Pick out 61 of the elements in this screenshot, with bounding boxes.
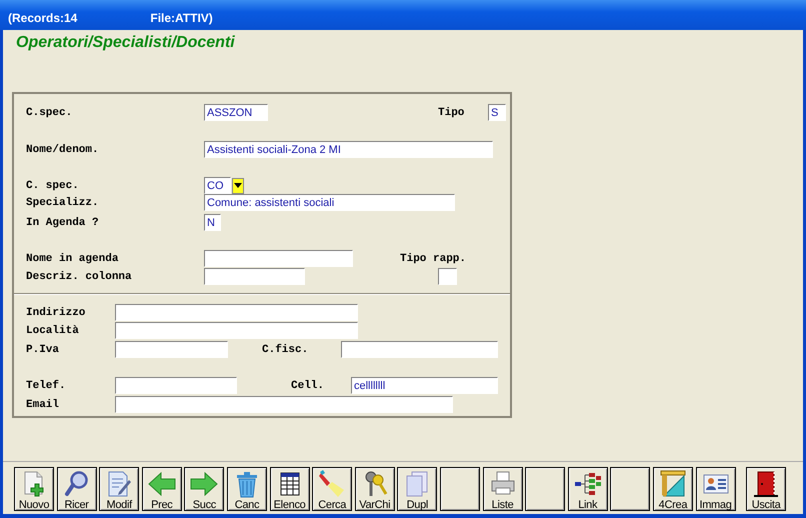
toolbar-button[interactable]: Ricer [56, 467, 97, 511]
field-label: Tipo [438, 106, 466, 118]
input-field[interactable] [438, 268, 457, 285]
field-label: Nome/denom. [26, 144, 100, 156]
toolbar-button[interactable]: Link [568, 467, 608, 511]
input-field[interactable]: Assistenti sociali-Zona 2 MI [204, 141, 493, 158]
input-field[interactable] [204, 268, 305, 285]
toolbar-button[interactable]: Canc [226, 467, 267, 511]
field-label: Nome in agenda [26, 252, 120, 264]
dropdown-button[interactable] [232, 178, 244, 194]
field-label: Indirizzo [26, 306, 86, 318]
field-label: C. spec. [26, 180, 80, 192]
toolbar-button[interactable]: Nuovo [14, 467, 54, 511]
field-label: Tipo rapp. [400, 252, 468, 264]
toolbar-button[interactable]: Elenco [270, 467, 310, 511]
field-label: Località [26, 324, 80, 336]
input-field[interactable] [115, 377, 237, 394]
toolbar-button[interactable]: Uscita [746, 467, 786, 511]
field-label: Descriz. colonna [26, 270, 133, 282]
toolbar-button[interactable]: VarChi [354, 467, 395, 511]
window-title: File:ATTIV) [150, 11, 213, 25]
flashlight-icon [318, 470, 346, 498]
toolbar-button[interactable]: Cerca [312, 467, 352, 511]
window-title: (Records:14 [8, 11, 78, 25]
toolbar-button[interactable]: Dupl [397, 467, 438, 511]
blank-toolbar-button[interactable] [440, 467, 480, 511]
caret-icon [234, 183, 242, 188]
blank-toolbar-button[interactable] [610, 467, 650, 511]
input-field[interactable]: ASSZON [204, 104, 268, 121]
toolbar-button[interactable]: 4Crea [652, 467, 693, 511]
field-label: Telef. [26, 380, 67, 392]
field-label: Specializz. [26, 196, 100, 208]
toolbar-button[interactable]: Modif [99, 467, 140, 511]
form-heading: Operatori/Specialisti/Docenti [16, 33, 236, 53]
right-arrow-icon [190, 470, 218, 498]
input-field[interactable] [115, 322, 358, 339]
input-field[interactable] [115, 341, 228, 358]
input-field[interactable] [204, 250, 353, 267]
input-field[interactable]: CO [204, 177, 231, 194]
input-field[interactable] [115, 396, 453, 413]
blank-toolbar-button[interactable] [525, 467, 566, 511]
toolbar-button[interactable]: Prec [142, 467, 182, 511]
toolbar-button[interactable]: Immag [696, 467, 736, 511]
field-label: In Agenda ? [26, 216, 100, 228]
door-icon [752, 470, 780, 498]
input-field[interactable] [115, 304, 358, 321]
field-label: C.fisc. [262, 344, 310, 356]
tree-diagram-icon [574, 470, 602, 498]
input-field[interactable]: cellllllll [351, 377, 498, 394]
input-field[interactable]: N [204, 214, 221, 231]
field-label: C.spec. [26, 106, 74, 118]
toolbar-button[interactable]: Liste [482, 467, 523, 511]
ruler-triangle-icon [658, 470, 687, 498]
field-label: Email [26, 398, 60, 410]
field-label: Cell. [291, 380, 326, 392]
input-field[interactable]: Comune: assistenti sociali [204, 194, 455, 211]
field-label: P.Iva [26, 344, 60, 356]
input-field[interactable] [341, 341, 498, 358]
toolbar-button[interactable]: Succ [184, 467, 224, 511]
input-field[interactable]: S [488, 104, 506, 121]
left-arrow-icon [148, 470, 176, 498]
